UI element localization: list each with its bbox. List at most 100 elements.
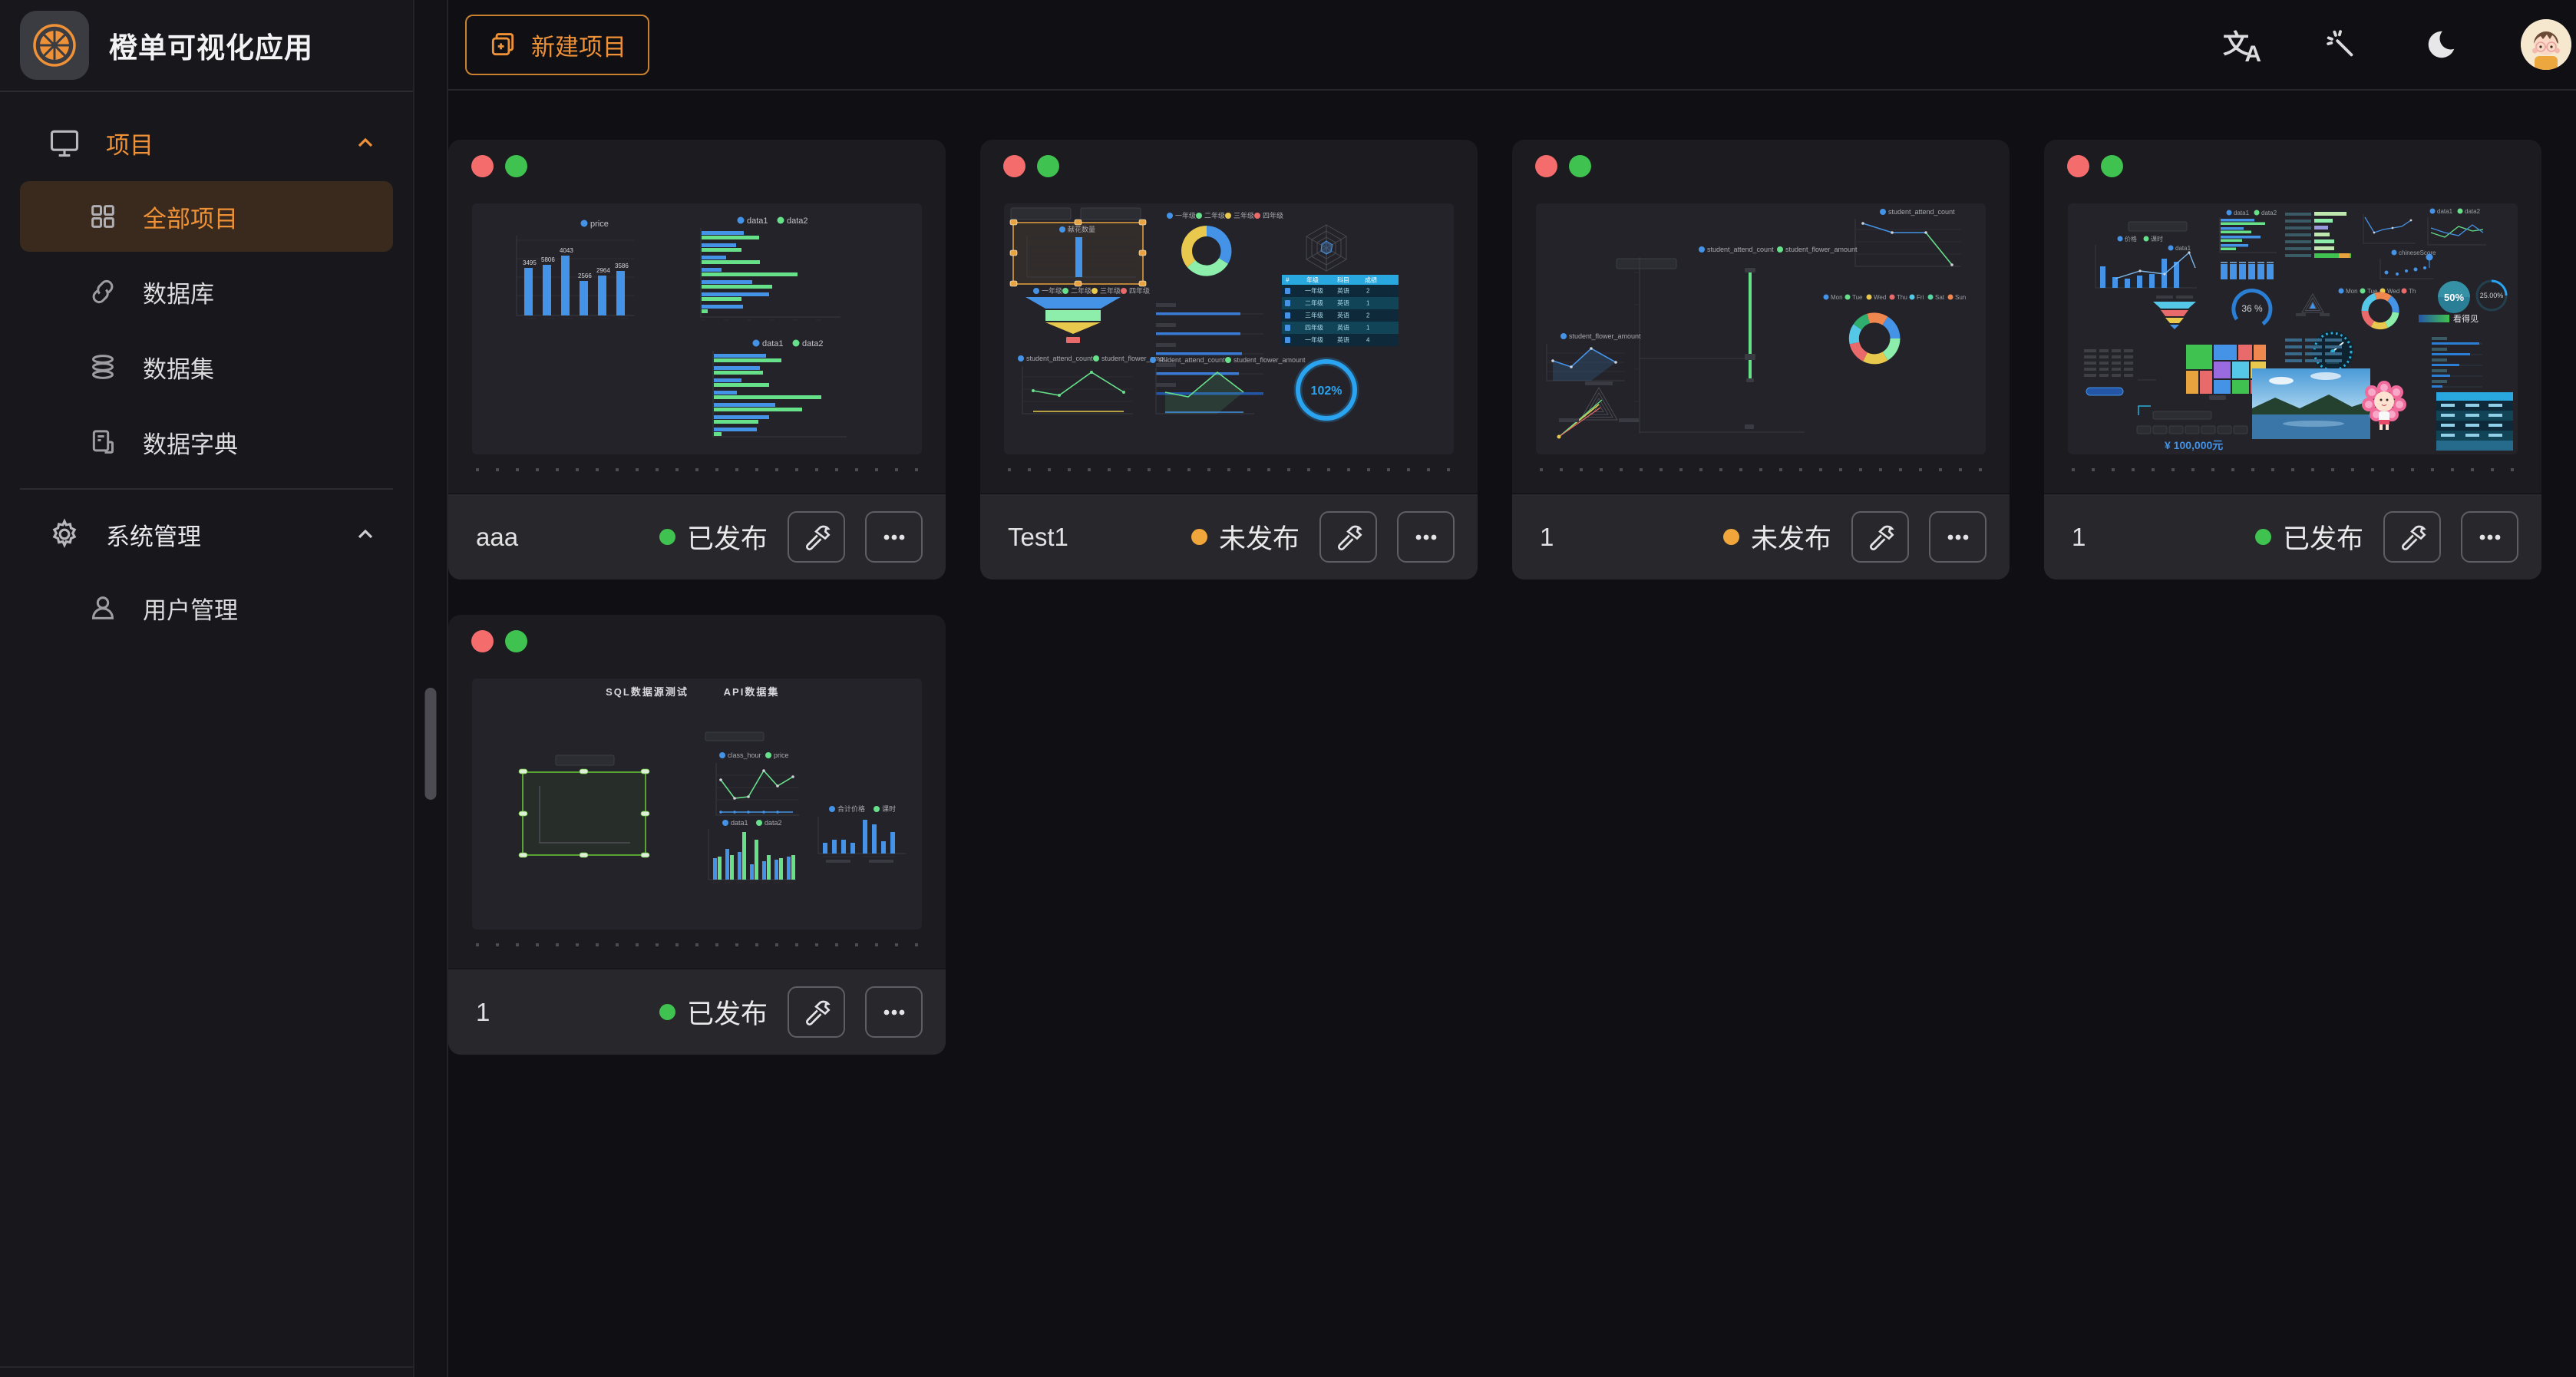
app-logo xyxy=(20,11,89,80)
sidebar-item-all-projects[interactable]: 全部项目 xyxy=(20,181,393,252)
svg-text:2566: 2566 xyxy=(578,272,592,279)
more-actions-button[interactable] xyxy=(1397,511,1455,563)
svg-text:data2: data2 xyxy=(802,339,824,348)
green-dot xyxy=(2101,155,2123,177)
project-name: 1 xyxy=(476,998,490,1027)
dictionary-icon xyxy=(88,427,118,457)
mini-line-chart-topright: student_attend_count xyxy=(1855,208,1961,266)
more-actions-button[interactable] xyxy=(2461,511,2518,563)
mini-hbar-chart: data1 data2 xyxy=(701,216,841,320)
svg-text:英语: 英语 xyxy=(1337,287,1349,295)
more-actions-button[interactable] xyxy=(865,511,923,563)
mini-bar-chart: price xyxy=(517,220,635,319)
svg-text:2964: 2964 xyxy=(596,267,610,274)
user-icon xyxy=(88,593,118,623)
status-label: 未发布 xyxy=(1219,517,1300,556)
svg-text:Sun: Sun xyxy=(1955,294,1966,301)
project-card[interactable]: price xyxy=(448,140,946,580)
ranked-progress-right xyxy=(2432,337,2482,388)
status-label: 未发布 xyxy=(1751,517,1831,556)
card-status-dots xyxy=(1003,155,1059,177)
project-card[interactable]: SQL数据源测试 API数据集 xyxy=(448,615,946,1055)
project-card[interactable]: 献花数量 一年级 二年级 三年级 xyxy=(980,140,1478,580)
database-icon xyxy=(88,352,118,382)
svg-text:课时: 课时 xyxy=(2151,235,2163,243)
svg-text:data2: data2 xyxy=(765,819,782,827)
grades-legend-top: 一年级 二年级 三年级 四年级 xyxy=(1167,211,1283,220)
mini-hbar-chart-2: data1 data2 xyxy=(713,339,847,437)
selected-empty-chart xyxy=(519,769,649,857)
svg-text:Mon: Mon xyxy=(2346,288,2358,295)
svg-text:5806: 5806 xyxy=(541,256,555,263)
user-avatar[interactable] xyxy=(2521,19,2571,70)
card-footer: aaa 已发布 xyxy=(448,493,946,580)
sidebar-item-data-dictionary[interactable]: 数据字典 xyxy=(20,407,393,477)
sidebar-item-label: 数据集 xyxy=(143,350,214,385)
more-actions-button[interactable] xyxy=(865,986,923,1038)
svg-text:3495: 3495 xyxy=(523,259,537,266)
more-actions-button[interactable] xyxy=(1929,511,1986,563)
ellipsis-icon xyxy=(879,997,910,1028)
status-label: 已发布 xyxy=(2283,517,2363,556)
project-card[interactable]: student_attend_count student_attend_coun… xyxy=(1512,140,2010,580)
dark-mode-button[interactable] xyxy=(2421,25,2461,64)
status-label: 已发布 xyxy=(687,992,768,1032)
svg-text:data1: data1 xyxy=(747,216,768,226)
bar-chart-right: 合计价格 课时 xyxy=(818,804,906,863)
edit-project-button[interactable] xyxy=(788,986,845,1038)
sidebar-item-dataset[interactable]: 数据集 xyxy=(20,332,393,402)
link-icon xyxy=(88,276,118,307)
logo-row: 橙单可视化应用 xyxy=(0,0,413,91)
sidebar-group-projects[interactable]: 项目 xyxy=(0,109,413,177)
sidebar-item-label: 全部项目 xyxy=(143,200,238,234)
fence-bars xyxy=(2221,263,2274,279)
sidebar-item-database[interactable]: 数据库 xyxy=(20,256,393,327)
card-footer: 1 未发布 xyxy=(1512,493,2010,580)
project-card[interactable]: 价格 课时 data1 xyxy=(2044,140,2541,580)
card-footer: 1 已发布 xyxy=(2044,493,2541,580)
left-scrollbar-thumb[interactable] xyxy=(425,688,437,800)
edit-project-button[interactable] xyxy=(1319,511,1377,563)
svg-text:36 %: 36 % xyxy=(2241,303,2263,314)
new-project-button[interactable]: 新建项目 xyxy=(465,15,649,75)
combo-chart: 价格 课时 data1 xyxy=(2095,235,2197,288)
project-name: aaa xyxy=(476,523,518,552)
orange-wheel-icon xyxy=(32,23,77,68)
language-switch-button[interactable]: 文 A xyxy=(2221,25,2261,64)
edit-project-button[interactable] xyxy=(1851,511,1909,563)
money-text: ¥ 100,000元 xyxy=(2165,439,2223,451)
status-badge: 未发布 xyxy=(1723,517,1831,556)
svg-text:一年级: 一年级 xyxy=(1305,336,1323,344)
svg-text:Thu: Thu xyxy=(1897,294,1907,301)
photo-widget xyxy=(2252,368,2370,439)
sidebar-item-user-management[interactable]: 用户管理 xyxy=(20,573,393,643)
svg-text:二年级: 二年级 xyxy=(1071,286,1091,295)
mini-radar xyxy=(1306,225,1346,271)
edit-project-button[interactable] xyxy=(788,511,845,563)
svg-text:一年级: 一年级 xyxy=(1042,286,1062,295)
sidebar-divider xyxy=(20,488,393,490)
edit-project-button[interactable] xyxy=(2383,511,2441,563)
sidebar-group-system[interactable]: 系统管理 xyxy=(0,500,413,568)
red-dot xyxy=(1535,155,1557,177)
theme-magic-button[interactable] xyxy=(2321,25,2361,64)
gear-icon xyxy=(48,517,81,551)
hammer-icon xyxy=(1865,522,1896,553)
grid-dots-separator xyxy=(1540,468,1982,471)
sidebar: 橙单可视化应用 项目 xyxy=(0,0,413,1377)
svg-text:student_attend_count: student_attend_count xyxy=(1707,246,1774,253)
red-dot xyxy=(1003,155,1025,177)
svg-text:Th: Th xyxy=(2409,288,2416,295)
days-legend: Mon Tue Wed Thu Fri Sat Sun xyxy=(1824,294,1967,301)
cyan-table xyxy=(2436,392,2513,451)
sidebar-scroll-gutter xyxy=(413,0,448,1377)
project-thumbnail: 献花数量 一年级 二年级 三年级 xyxy=(1004,203,1454,454)
hammer-icon xyxy=(1333,522,1364,553)
speedometer xyxy=(2312,331,2353,372)
new-project-label: 新建项目 xyxy=(531,28,626,62)
project-name: 1 xyxy=(2072,523,2086,552)
mini-line-chart-1: student_attend_count student_flower_amou xyxy=(1018,355,1167,414)
svg-text:价格: 价格 xyxy=(2125,235,2137,243)
mini-donut xyxy=(1187,231,1226,271)
red-dot xyxy=(471,630,494,652)
